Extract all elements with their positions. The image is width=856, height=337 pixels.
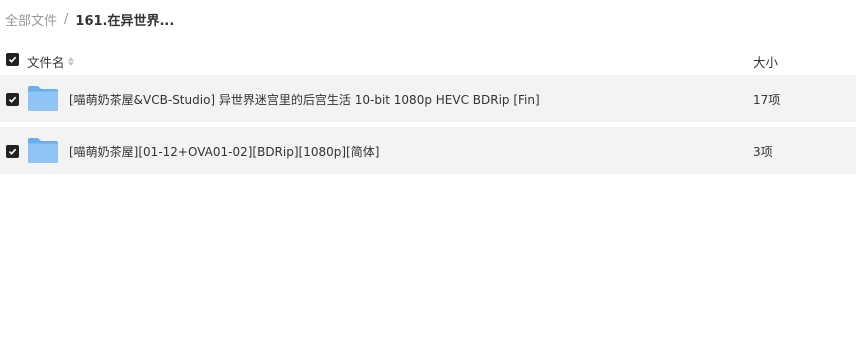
checkmark-icon <box>8 148 17 155</box>
select-all-checkbox[interactable] <box>6 53 19 66</box>
breadcrumb-root-link[interactable]: 全部文件 <box>5 10 57 29</box>
row-checkbox[interactable] <box>6 93 19 106</box>
breadcrumb-current: 161.在异世界... <box>75 13 175 29</box>
file-name[interactable]: [喵萌奶茶屋&VCB-Studio] 异世界迷宫里的后宫生活 10-bit 10… <box>69 91 540 108</box>
column-header-name-label: 文件名 <box>27 55 65 70</box>
table-row[interactable]: [喵萌奶茶屋][01-12+OVA01-02][BDRip][1080p][简体… <box>0 127 856 174</box>
table-header: 文件名 大小 <box>0 46 856 74</box>
sort-icon[interactable] <box>67 57 74 66</box>
breadcrumb-separator: / <box>64 11 69 27</box>
checkmark-icon <box>8 56 17 63</box>
column-header-size: 大小 <box>753 55 779 70</box>
row-checkbox[interactable] <box>6 145 19 158</box>
file-size: 17项 <box>753 93 781 107</box>
breadcrumb: 全部文件 / 161.在异世界... <box>5 10 175 29</box>
folder-icon <box>28 86 58 111</box>
table-row[interactable]: [喵萌奶茶屋&VCB-Studio] 异世界迷宫里的后宫生活 10-bit 10… <box>0 75 856 122</box>
file-name[interactable]: [喵萌奶茶屋][01-12+OVA01-02][BDRip][1080p][简体… <box>69 143 379 160</box>
folder-icon <box>28 138 58 163</box>
column-header-name[interactable]: 文件名 <box>27 52 74 71</box>
checkmark-icon <box>8 96 17 103</box>
file-size: 3项 <box>753 145 773 159</box>
